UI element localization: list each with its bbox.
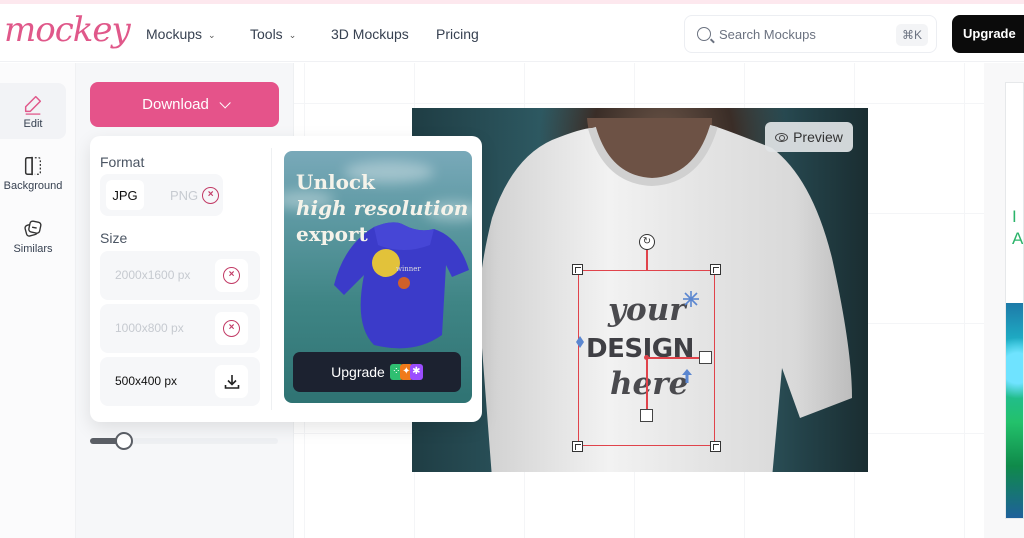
anchor-point [644,355,649,360]
size-option-action[interactable]: × [215,312,248,345]
design-layer[interactable]: ↻ your DESIGN here [572,234,721,452]
design-text-design: DESIGN [586,334,694,364]
size-label: Size [100,230,128,246]
slider-handle[interactable] [115,432,133,450]
rotate-connector [646,249,648,270]
design-text-here: here [610,366,689,402]
sparkle-icon [683,291,699,307]
width-handle[interactable] [699,351,712,364]
size-option[interactable]: 2000x1600 px × [100,251,260,300]
design-text-your: your [608,292,686,328]
download-label: Download [142,96,209,113]
format-toggle: JPG PNG × [100,174,223,216]
nav-tools[interactable]: Tools ⌄ [250,26,296,42]
resize-handle-tl[interactable] [572,264,583,275]
nav-mockups[interactable]: Mockups ⌄ [146,26,216,42]
guide-line-v [646,357,648,415]
locked-x-icon: × [223,267,240,284]
chevron-down-icon: ⌄ [208,29,216,40]
download-icon [224,374,239,389]
header: mockey Mockups ⌄ Tools ⌄ 3D Mockups Pric… [0,4,1024,62]
pencil-icon [24,95,42,115]
promo-line2: high resolution [296,196,469,220]
rail-item-edit[interactable]: Edit [0,83,66,139]
premium-badges: ⁘ ✦ ✱ [389,364,423,380]
left-rail: Edit Background Similars [0,63,76,538]
size-option-action[interactable]: × [215,259,248,292]
background-icon [24,156,41,175]
ad-text-line2: AI [1012,229,1024,248]
ad-text-line1: I [1012,207,1017,226]
locked-x-icon: × [223,320,240,337]
promo-title: Unlock high resolution export [296,169,468,247]
rail-item-label: Edit [23,117,43,130]
svg-text:winner: winner [396,265,421,273]
chevron-down-icon [219,96,231,109]
rail-item-similars[interactable]: Similars [0,208,66,264]
rail-item-label: Background [3,179,63,192]
resize-handle-tr[interactable] [710,264,721,275]
download-menu: Format JPG PNG × Size 2000x1600 px × 100… [90,136,482,422]
resize-handle-br[interactable] [710,441,721,452]
size-option-label: 500x400 px [115,374,178,388]
preview-button[interactable]: Preview [765,122,853,152]
search-placeholder: Search Mockups [719,26,816,42]
format-png[interactable]: PNG × [170,180,220,210]
height-handle[interactable] [640,409,653,422]
promo-upgrade-button[interactable]: Upgrade ⁘ ✦ ✱ [293,352,461,392]
badge-purple-icon: ✱ [409,364,423,380]
search-shortcut: ⌘K [895,24,928,46]
logo[interactable]: mockey [4,10,131,50]
nav-tools-label: Tools [250,26,283,42]
menu-divider [271,148,272,410]
format-label: Format [100,154,145,170]
nav-pricing[interactable]: Pricing [436,26,479,42]
nav-mockups-label: Mockups [146,26,203,42]
promo-line3: export [296,222,368,246]
similars-icon [24,219,42,237]
format-jpg[interactable]: JPG [106,180,144,210]
ad-banner[interactable]: I AI [1005,82,1024,519]
promo-line1: Unlock [296,170,375,194]
search-input[interactable]: Search Mockups ⌘K [684,15,937,53]
size-option-label: 2000x1600 px [115,268,191,282]
upgrade-promo-card: winner Unlock high resolution export Upg… [284,151,472,403]
nav-3d-mockups-label: 3D Mockups [331,26,409,42]
ad-text: I AI [1012,206,1024,250]
download-button[interactable]: Download [90,82,279,127]
nav-pricing-label: Pricing [436,26,479,42]
format-png-label: PNG [170,187,199,203]
ad-image [1006,303,1023,518]
size-option-label: 1000x800 px [115,321,184,335]
arrow-up-icon [682,369,692,383]
rail-item-label: Similars [13,242,53,255]
promo-upgrade-label: Upgrade [331,364,385,380]
chevron-down-icon: ⌄ [288,29,297,40]
search-icon [697,27,711,41]
preview-label: Preview [793,129,843,145]
upgrade-button[interactable]: Upgrade [952,15,1024,53]
size-option[interactable]: 1000x800 px × [100,304,260,353]
rotate-handle-icon[interactable]: ↻ [639,234,655,250]
diamond-icon [576,336,584,348]
eye-icon [775,132,789,142]
guide-line-h [646,357,706,359]
resize-handle-bl[interactable] [572,441,583,452]
size-slider[interactable] [90,432,278,450]
rail-item-background[interactable]: Background [0,145,66,201]
size-option[interactable]: 500x400 px [100,357,260,406]
size-option-action[interactable] [215,365,248,398]
locked-x-icon: × [202,186,220,204]
nav-3d-mockups[interactable]: 3D Mockups [331,26,409,42]
